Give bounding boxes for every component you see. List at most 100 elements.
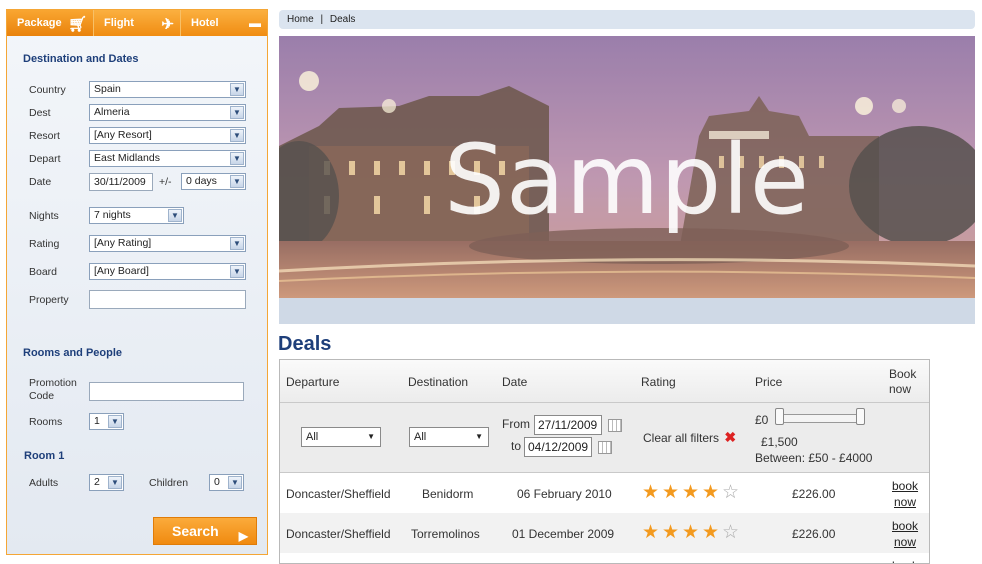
bed-icon: ▬ [249,16,261,30]
breadcrumb: Home | Deals [279,10,975,29]
country-select[interactable]: Spain ▼ [89,81,246,98]
rating-label: Rating [29,238,60,250]
star-filled-icon: ★ [682,522,700,543]
tab-flight-label: Flight [104,17,134,29]
depart-select[interactable]: East Midlands ▼ [89,150,246,167]
to-date-input[interactable]: 04/12/2009 [524,437,592,457]
date-label: Date [29,176,52,188]
chevron-down-icon: ▼ [108,415,122,428]
children-value: 0 [214,476,220,488]
property-input[interactable] [89,290,246,309]
rating-value: [Any Rating] [94,237,152,249]
row3-book-link-1[interactable]: book [892,558,918,563]
promo-label: Promotion Code [29,377,77,402]
chevron-down-icon: ▼ [168,209,182,222]
resort-select[interactable]: [Any Resort] ▼ [89,127,246,144]
departure-filter[interactable]: All ▼ [301,427,381,447]
col-date[interactable]: Date [502,375,527,389]
destination-filter[interactable]: All ▼ [409,427,489,447]
destination-filter-value: All [414,431,427,443]
to-label: to [511,439,522,453]
close-icon: ✖ [724,429,737,445]
clear-filters-link[interactable]: Clear all filters ✖ [643,429,736,446]
row1-destination: Benidorm [422,487,474,501]
plane-icon: ✈︎ [161,16,174,33]
price-min-label: £0 [755,413,769,427]
search-button-label: Search [172,523,219,539]
board-select[interactable]: [Any Board] ▼ [89,263,246,280]
rooms-select[interactable]: 1 ▼ [89,413,124,430]
row2-date: 01 December 2009 [512,527,615,541]
tab-flight[interactable]: Flight ✈︎ [94,10,181,36]
chevron-down-icon: ▼ [230,83,244,96]
star-filled-icon: ★ [662,482,680,503]
property-label: Property [29,294,69,306]
chevron-down-icon: ▼ [230,129,244,142]
chevron-down-icon: ▼ [108,476,122,489]
price-max-label: £1,500 [761,435,798,449]
departure-filter-value: All [306,431,319,443]
promo-input[interactable] [89,382,244,401]
chevron-down-icon: ▼ [230,265,244,278]
breadcrumb-home[interactable]: Home [287,14,314,25]
row2-price: £226.00 [792,527,836,541]
nights-label: Nights [29,210,59,222]
calendar-icon[interactable] [598,441,612,454]
table-header [280,360,929,402]
rooms-value: 1 [94,415,100,427]
resort-value: [Any Resort] [94,129,152,141]
price-range-label: Between: £50 - £4000 [755,451,873,465]
row2-book-link-1[interactable]: book [892,518,918,534]
rating-select[interactable]: [Any Rating] ▼ [89,235,246,252]
depart-value: East Midlands [94,152,160,164]
flex-days-select[interactable]: 0 days ▼ [181,173,246,190]
date-input[interactable]: 30/11/2009 [89,173,153,191]
price-slider-handle-min[interactable] [775,408,784,425]
price-slider-handle-max[interactable] [856,408,865,425]
children-label: Children [149,477,189,489]
col-rating[interactable]: Rating [641,375,676,389]
calendar-icon[interactable] [608,419,622,432]
nights-value: 7 nights [94,209,131,221]
col-book-now: Book now [889,367,917,396]
from-label: From [502,417,530,431]
row1-price: £226.00 [792,487,836,501]
adults-label: Adults [29,477,59,489]
dest-select[interactable]: Almeria ▼ [89,104,246,121]
chevron-down-icon: ▼ [367,432,375,441]
col-departure[interactable]: Departure [286,375,339,389]
star-filled-icon: ★ [682,482,700,503]
children-select[interactable]: 0 ▼ [209,474,244,491]
tab-hotel-label: Hotel [191,17,219,29]
price-slider-track[interactable] [779,414,864,423]
row1-date: 06 February 2010 [517,487,612,501]
flex-days-value: 0 days [186,175,217,187]
col-price[interactable]: Price [755,375,782,389]
row1-departure: Doncaster/Sheffield [286,487,391,501]
chevron-down-icon: ▼ [230,237,244,250]
search-button[interactable]: Search ▶ [153,517,257,545]
tab-package[interactable]: Package 🛒︎ [7,10,94,36]
clear-filters-label: Clear all filters [643,431,720,445]
row1-book-link-1[interactable]: book [892,478,918,494]
star-filled-icon: ★ [702,482,720,503]
row1-book-link-2[interactable]: now [894,494,916,510]
nights-select[interactable]: 7 nights ▼ [89,207,184,224]
breadcrumb-separator: | [320,14,324,25]
board-value: [Any Board] [94,265,149,277]
chevron-down-icon: ▼ [230,152,244,165]
chevron-down-icon: ▼ [228,476,242,489]
deals-table: Departure Destination Date Rating Price … [279,359,930,564]
star-empty-icon: ☆ [722,482,740,503]
dest-value: Almeria [94,106,130,118]
col-destination[interactable]: Destination [408,375,468,389]
section-rooms-title: Rooms and People [23,347,123,359]
adults-select[interactable]: 2 ▼ [89,474,124,491]
chevron-down-icon: ▼ [230,106,244,119]
tab-hotel[interactable]: Hotel ▬ [181,10,267,36]
row2-book-link-2[interactable]: now [894,534,916,550]
from-date-input[interactable]: 27/11/2009 [534,415,602,435]
adults-value: 2 [94,476,100,488]
row2-destination: Torremolinos [411,527,480,541]
country-value: Spain [94,83,121,95]
